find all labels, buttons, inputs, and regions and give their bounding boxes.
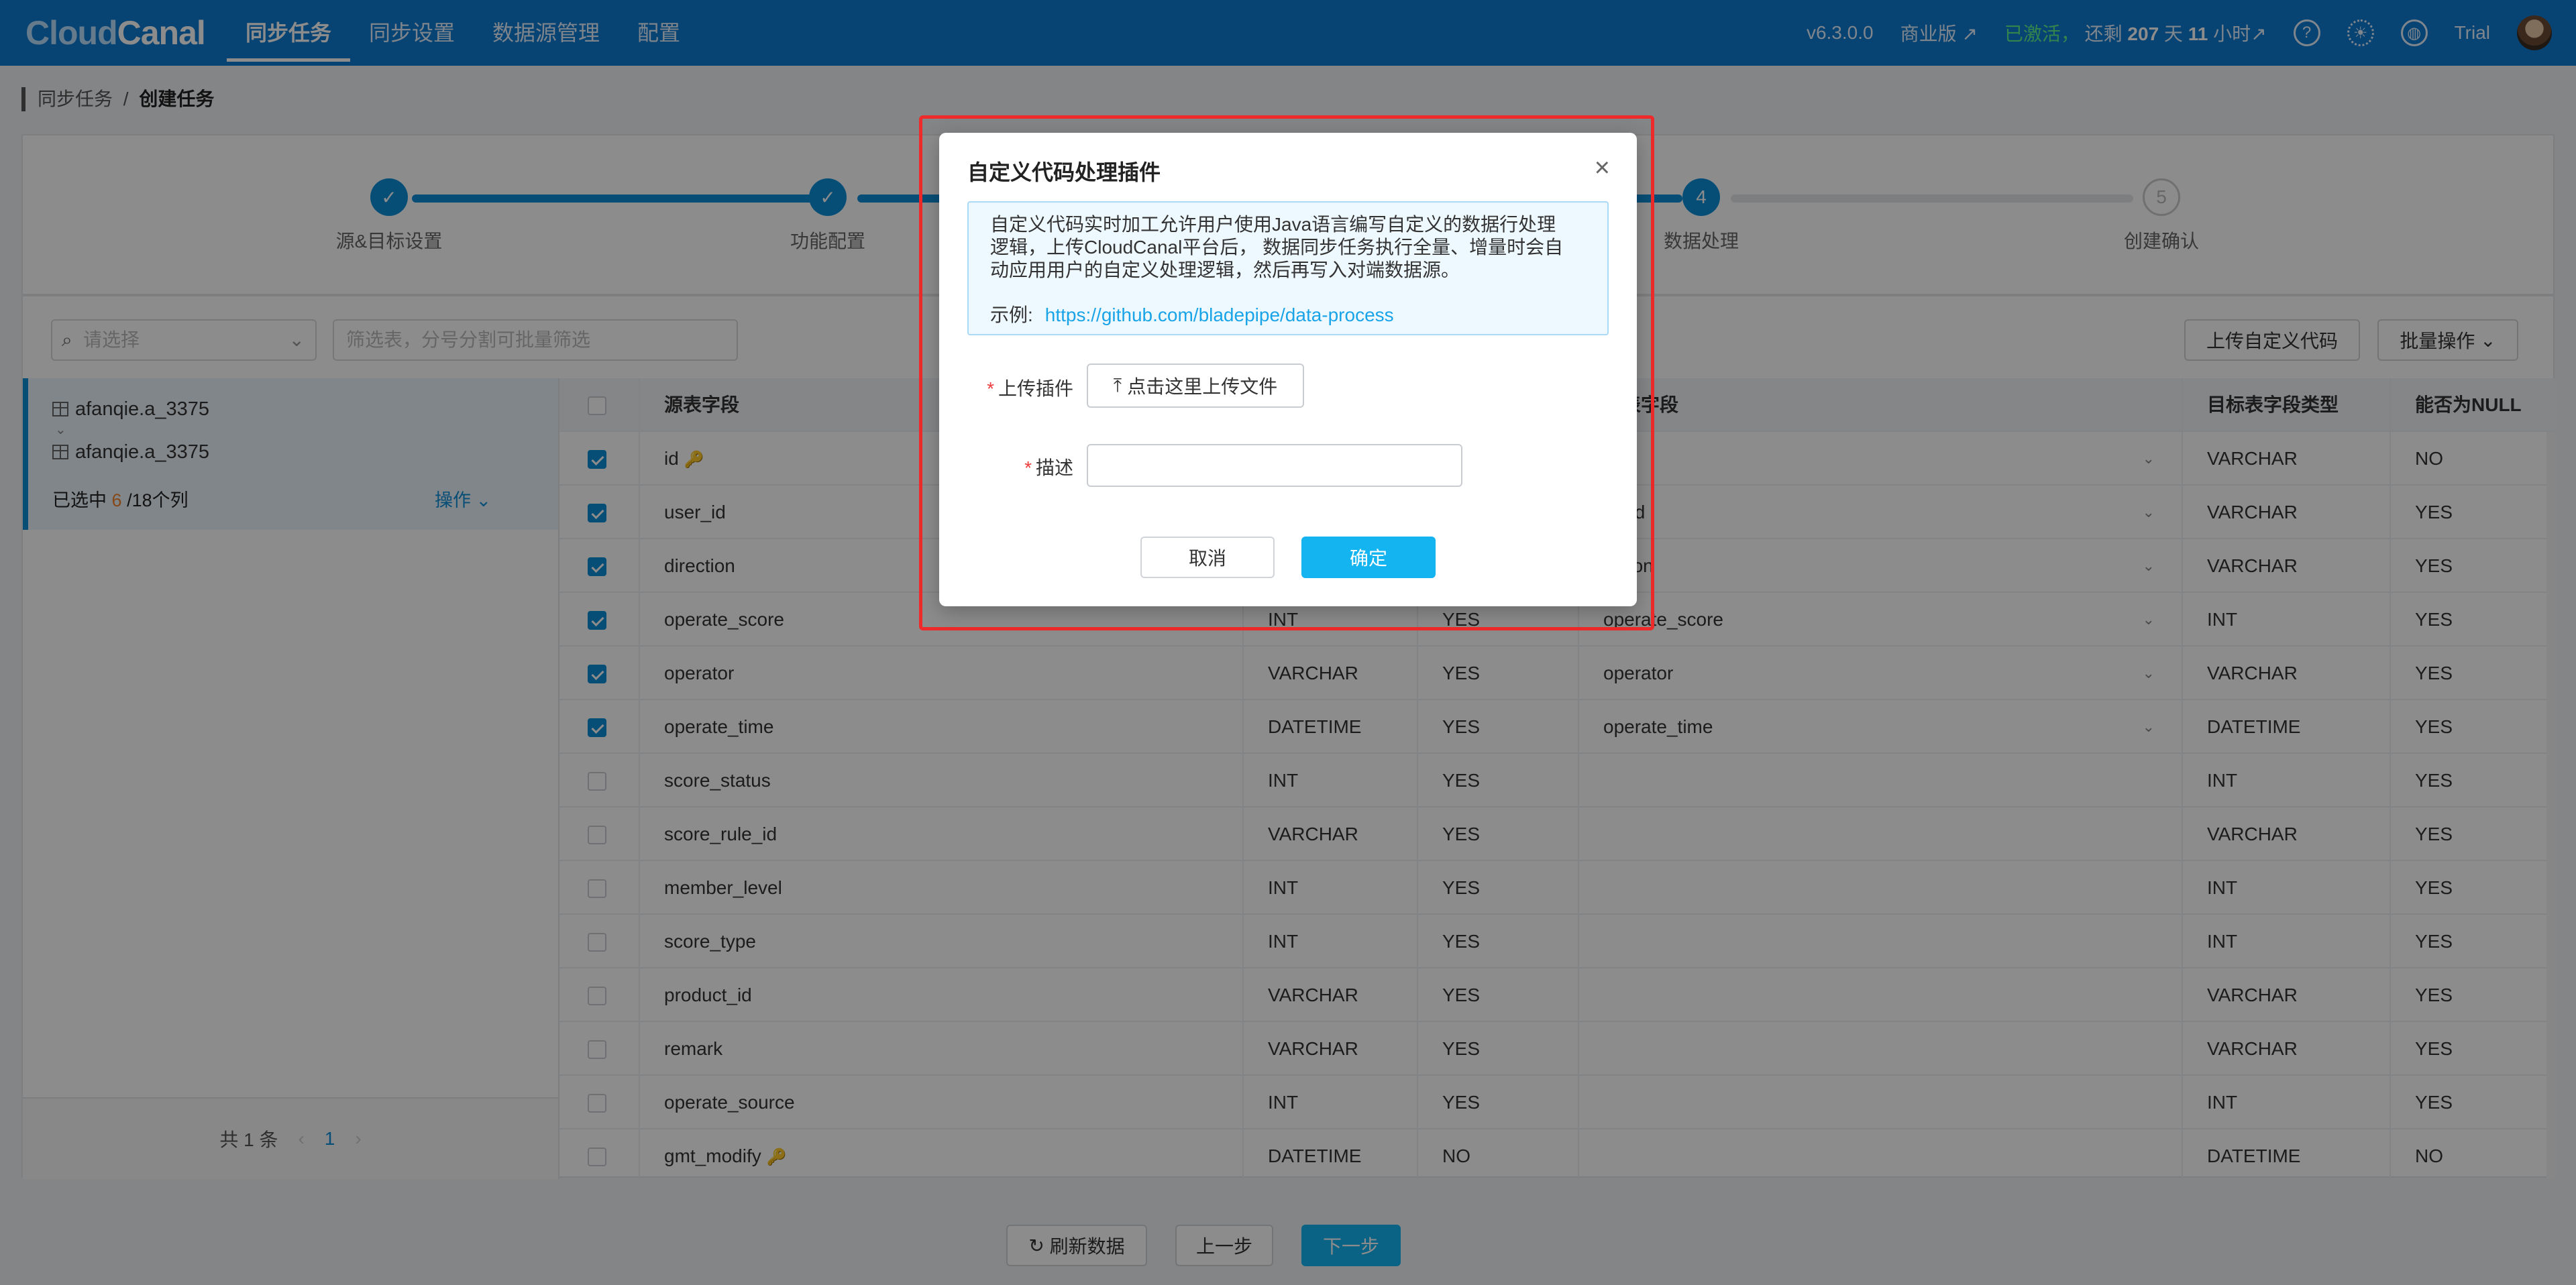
close-icon[interactable]: × [1595, 153, 1610, 183]
description-input[interactable] [1087, 444, 1462, 487]
info-alert: 自定义代码实时加工允许用户使用Java语言编写自定义的数据行处理逻辑，上传Clo… [967, 201, 1609, 335]
upload-plugin-label: * 上传插件 [987, 378, 1073, 399]
example-row: 示例: https://github.com/bladepipe/data-pro… [990, 304, 1394, 325]
info-text: 自定义代码实时加工允许用户使用Java语言编写自定义的数据行处理逻辑，上传Clo… [990, 214, 1564, 280]
confirm-button[interactable]: 确定 [1301, 537, 1436, 578]
description-label: * 描述 [1024, 457, 1073, 478]
upload-icon: ⤒ [1113, 374, 1122, 396]
cancel-button[interactable]: 取消 [1140, 537, 1275, 578]
upload-file-button[interactable]: ⤒ 点击这里上传文件 [1087, 364, 1304, 408]
custom-code-plugin-dialog: 自定义代码处理插件 × 自定义代码实时加工允许用户使用Java语言编写自定义的数… [939, 133, 1637, 606]
example-link[interactable]: https://github.com/bladepipe/data-proces… [1045, 304, 1394, 325]
dialog-title: 自定义代码处理插件 [967, 160, 1161, 184]
